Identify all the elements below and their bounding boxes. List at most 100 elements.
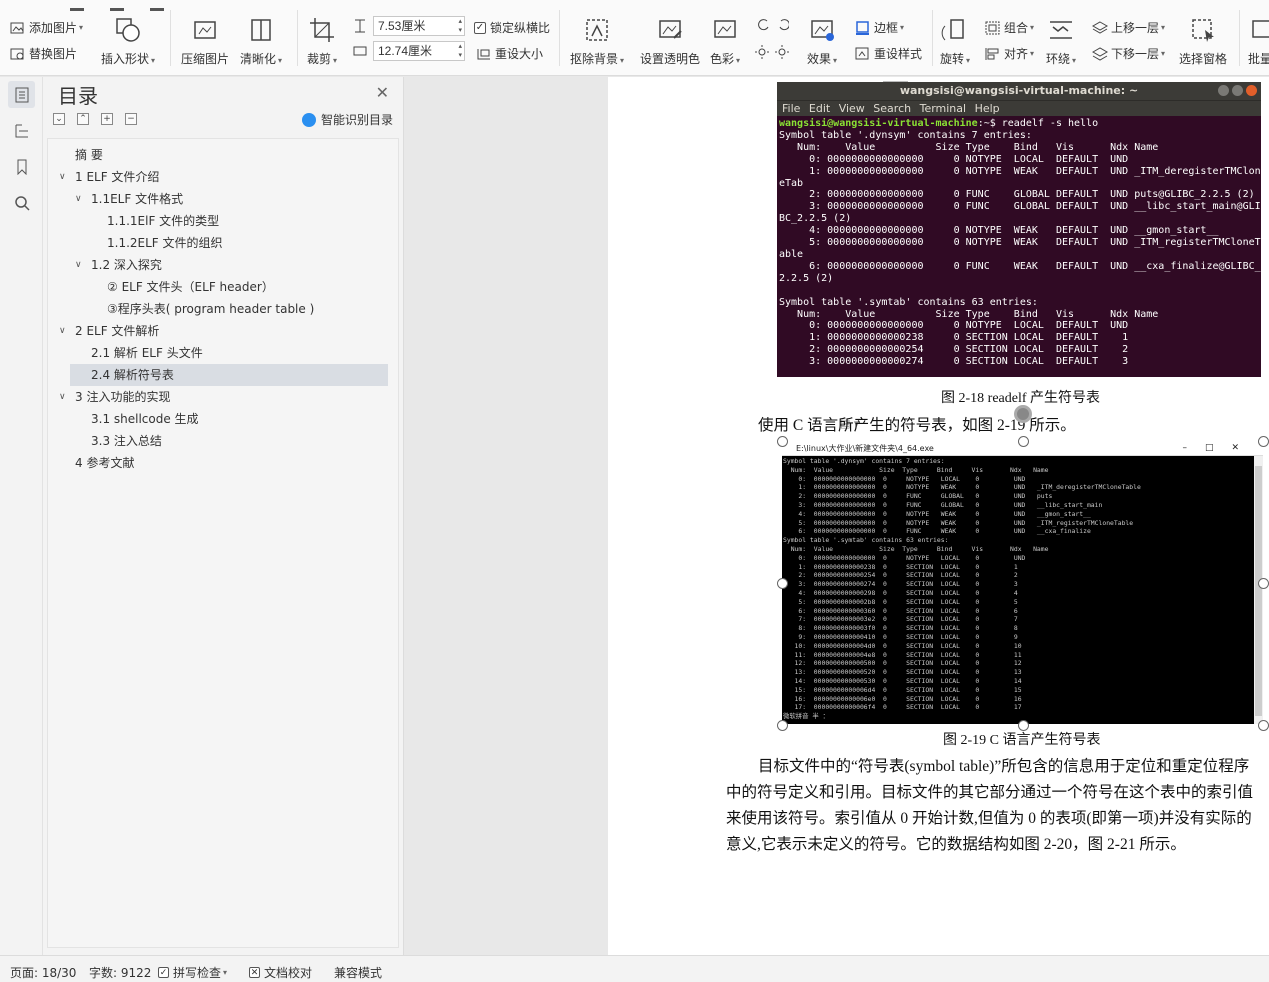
word-count[interactable]: 字数: 9122 (89, 964, 151, 981)
close-icon[interactable]: ✕ (376, 83, 389, 102)
remove-heading-icon[interactable]: − (125, 113, 137, 125)
toc-item-label: 2 ELF 文件解析 (75, 324, 160, 338)
wrap-button[interactable]: 环绕 ▾ (1046, 15, 1076, 67)
transparent-label: 设置透明色 (640, 52, 701, 66)
resize-handle[interactable] (777, 578, 788, 589)
separator (932, 10, 933, 66)
toc-item[interactable]: 摘 要 (75, 144, 103, 166)
toc-item-label: 3.3 注入总结 (91, 434, 162, 448)
toc-item[interactable]: ∨ 3 注入功能的实现 (59, 386, 170, 408)
toc-item[interactable]: ③程序头表( program header table ) (107, 298, 314, 320)
console-scrollbar[interactable] (1254, 456, 1263, 724)
reset-size-icon (477, 48, 490, 59)
page-indicator[interactable]: 页面: 18/30 (10, 964, 76, 981)
chevron-down-icon[interactable]: ∨ (75, 254, 87, 276)
compress-picture-button[interactable]: 压缩图片 (181, 15, 229, 67)
spellcheck-button[interactable]: ✓ 拼写检查 ▾ (158, 964, 227, 981)
collapse-all-icon[interactable]: ⌄ (53, 113, 65, 125)
color-button[interactable]: 色彩 ▾ (710, 15, 740, 67)
document-area[interactable]: wangsisi@wangsisi-virtual-machine: ~ Fil… (405, 77, 1269, 955)
resize-handle[interactable] (1018, 436, 1029, 447)
readelf-terminal-screenshot[interactable]: wangsisi@wangsisi-virtual-machine: ~ Fil… (777, 82, 1261, 377)
reset-size-button[interactable]: 重设大小 (476, 45, 543, 62)
smart-toc-button[interactable]: 智能识别目录 (301, 111, 393, 128)
ribbon-toolbar: 添加图片 ▾ 替换图片 插入形状 ▾ 压缩图片 清晰化 ▾ 裁剪 ▾ 7.53厘米 ▴ ▾ … (0, 0, 1269, 76)
resize-handle[interactable] (1258, 578, 1269, 589)
chevron-down-icon[interactable]: ∨ (75, 188, 87, 210)
remove-background-button[interactable]: 抠除背景 ▾ (570, 15, 624, 67)
expand-up-icon[interactable]: ⌃ (77, 113, 89, 125)
send-backward-button[interactable]: 下移一层 ▾ (1092, 45, 1165, 62)
bring-forward-label: 上移一层 (1111, 21, 1160, 35)
lock-ratio-checkbox[interactable]: ✓ 锁定纵横比 (474, 19, 550, 36)
toc-item[interactable]: ② ELF 文件头（ELF header） (107, 276, 274, 298)
resize-handle[interactable] (1258, 436, 1269, 447)
toc-item[interactable]: 1.1.1ElF 文件的类型 (107, 210, 219, 232)
document-page[interactable]: wangsisi@wangsisi-virtual-machine: ~ Fil… (608, 77, 1269, 955)
clarify-button[interactable]: 清晰化 ▾ (240, 15, 282, 67)
effects-label: 效果 (807, 52, 832, 66)
toc-item-label: 3.1 shellcode 生成 (91, 412, 199, 426)
color-label: 色彩 (710, 52, 735, 66)
chevron-down-icon[interactable]: ∨ (59, 320, 71, 342)
replace-picture-button[interactable]: 替换图片 (10, 45, 77, 62)
toc-item[interactable]: 3.3 注入总结 (91, 430, 162, 452)
remove-bg-icon (586, 19, 608, 41)
selection-pane-label: 选择窗格 (1179, 52, 1228, 66)
resize-handle[interactable] (1258, 720, 1269, 731)
rotate-handle-icon[interactable] (1014, 405, 1032, 423)
bookmark-panel-button[interactable] (8, 153, 35, 180)
group-button[interactable]: 组合 ▾ (985, 19, 1034, 36)
reset-style-button[interactable]: 重设样式 (855, 45, 922, 62)
toc-item[interactable]: ∨ 1.2 深入探究 (75, 254, 162, 276)
batch-button[interactable]: 批量 (1248, 15, 1269, 67)
toc-item[interactable]: 2.1 解析 ELF 头文件 (91, 342, 203, 364)
add-heading-icon[interactable]: + (101, 113, 113, 125)
rotate-button[interactable]: 旋转 ▾ (940, 15, 970, 67)
toc-item[interactable]: 4 参考文献 (75, 452, 134, 474)
scrollbar-thumb[interactable] (1255, 466, 1262, 716)
width-icon (352, 43, 368, 59)
brightness-icon[interactable] (755, 44, 789, 60)
terminal-output-text: Symbol table '.dynsym' contains 7 entrie… (779, 129, 1261, 368)
window-buttons: –□✕ (1182, 443, 1257, 453)
transparent-icon (659, 20, 682, 39)
toc-panel-button[interactable] (8, 81, 35, 108)
separator (559, 10, 560, 66)
search-panel-button[interactable] (8, 189, 35, 216)
close-icon (1246, 85, 1257, 96)
toc-item-label: 1.2 深入探究 (91, 258, 162, 272)
effects-button[interactable]: 效果 ▾ (807, 15, 837, 67)
bring-forward-button[interactable]: 上移一层 ▾ (1092, 19, 1165, 36)
checkbox-checked-icon: ✓ (474, 21, 486, 34)
toc-item[interactable]: ∨ 1.1ELF 文件格式 (75, 188, 183, 210)
insert-shape-button[interactable]: 插入形状 ▾ (101, 15, 155, 67)
c-program-console-screenshot[interactable]: E:\linux\大作业\新建文件夹\4_64.exe –□✕ Symbol ta… (782, 441, 1263, 724)
replace-picture-label: 替换图片 (29, 47, 78, 61)
width-input[interactable]: 12.74厘米 ▴ ▾ (373, 41, 465, 61)
toc-item-label: 1 ELF 文件介绍 (75, 170, 160, 184)
proofread-button[interactable]: ✕ 文档校对 (249, 964, 312, 981)
chevron-down-icon[interactable]: ∨ (59, 166, 71, 188)
crop-button[interactable]: 裁剪 ▾ (307, 15, 337, 67)
toc-item[interactable]: ∨ 1 ELF 文件介绍 (59, 166, 159, 188)
border-button[interactable]: 边框 ▾ (855, 19, 904, 36)
tab-indicator (70, 0, 270, 11)
toc-item-label: ② ELF 文件头（ELF header） (107, 280, 274, 294)
add-picture-button[interactable]: 添加图片 ▾ (10, 19, 83, 36)
selection-pane-button[interactable]: 选择窗格 (1179, 15, 1227, 67)
set-transparent-button[interactable]: 设置透明色 (640, 15, 700, 67)
height-input[interactable]: 7.53厘米 ▴ ▾ (373, 16, 465, 36)
rotate-left-icon[interactable] (755, 17, 789, 33)
toc-item[interactable]: 3.1 shellcode 生成 (91, 408, 199, 430)
resize-handle[interactable] (777, 436, 788, 447)
align-button[interactable]: 对齐 ▾ (985, 45, 1034, 62)
toc-item[interactable]: ∨ 2 ELF 文件解析 (59, 320, 159, 342)
resize-handle[interactable] (777, 720, 788, 731)
terminal-output: wangsisi@wangsisi-virtual-machine:~$ rea… (777, 116, 1261, 370)
toc-item-selected[interactable]: 2.4 解析符号表 (70, 364, 388, 386)
chevron-down-icon[interactable]: ∨ (59, 386, 71, 408)
maximize-icon (1232, 85, 1243, 96)
toc-item[interactable]: 1.1.2ELF 文件的组织 (107, 232, 223, 254)
outline-panel-button[interactable] (8, 117, 35, 144)
